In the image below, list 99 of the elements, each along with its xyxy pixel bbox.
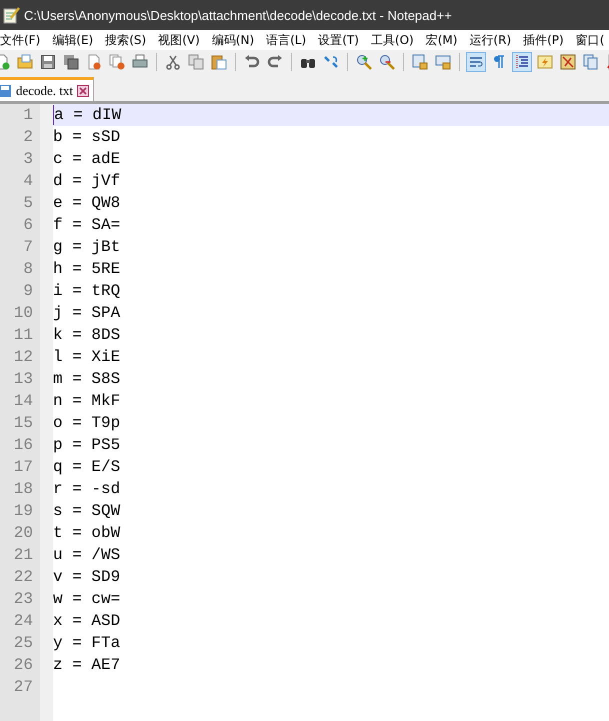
line-number: 21 (12, 545, 34, 566)
menu-item[interactable]: 搜索(S) (105, 32, 150, 48)
line-number: 27 (12, 677, 34, 698)
zoom-in-icon (356, 54, 372, 70)
toolbar-button[interactable] (354, 52, 374, 72)
menu-item[interactable]: 视图(V) (158, 32, 204, 48)
line-number: 26 (12, 655, 34, 676)
menu-item[interactable]: 编辑(E) (52, 32, 98, 48)
notepad-icon (2, 6, 20, 24)
save-icon (0, 84, 12, 98)
line-number: 14 (12, 391, 34, 412)
save-icon (40, 54, 56, 70)
line-number: 5 (22, 193, 34, 214)
undo-icon (244, 54, 260, 70)
close-file-icon (86, 54, 102, 70)
toolbar-button[interactable] (61, 52, 81, 72)
indent-guide-icon (514, 54, 530, 70)
map-icon (560, 54, 576, 70)
line-number: 6 (22, 215, 34, 236)
close-icon[interactable] (77, 84, 90, 96)
menu-item[interactable]: 插件(P) (523, 32, 568, 48)
redo-icon (267, 54, 283, 70)
code-text: i = tRQ (53, 281, 120, 302)
line-number: 12 (12, 347, 34, 368)
code-text: r = -sd (53, 479, 120, 500)
code-text: a = dIW (54, 105, 122, 126)
code-text: s = SQW (53, 501, 120, 522)
line-number: 7 (22, 237, 34, 258)
line-number: 2 (22, 127, 34, 148)
line-number: 10 (12, 303, 34, 324)
line-number: 16 (12, 435, 34, 456)
toolbar-button[interactable] (377, 52, 397, 72)
toolbar-button[interactable] (38, 52, 58, 72)
folder-icon (17, 54, 33, 70)
sync-scroll-icon (435, 54, 451, 70)
code-text: v = SD9 (53, 567, 120, 588)
code-text: f = SA= (53, 215, 120, 236)
line-number: 15 (12, 413, 34, 434)
toolbar-button[interactable] (558, 52, 578, 72)
line-number: 25 (12, 633, 34, 654)
code-text: q = E/S (53, 457, 120, 478)
zoom-out-icon (379, 54, 395, 70)
menu-item[interactable]: 窗口( (576, 32, 608, 48)
line-number: 24 (12, 611, 34, 632)
printer-icon (132, 54, 148, 70)
code-text: g = jBt (53, 237, 120, 258)
menu-item[interactable]: 宏(M) (426, 32, 462, 48)
code-text: u = /WS (53, 545, 120, 566)
menu-item[interactable]: 工具(O) (370, 32, 418, 48)
text-caret (53, 105, 54, 125)
code-text: l = XiE (53, 347, 120, 368)
code-text: m = S8S (53, 369, 120, 390)
line-number: 13 (12, 369, 34, 390)
code-text: d = jVf (53, 171, 120, 192)
line-number: 20 (12, 523, 34, 544)
code-text: p = PS5 (53, 435, 120, 456)
close-all-icon (109, 54, 125, 70)
toolbar-button[interactable] (512, 52, 532, 72)
pilcrow-icon (491, 54, 507, 70)
paste-icon (211, 54, 227, 70)
code-text: e = QW8 (53, 193, 120, 214)
menu-item[interactable]: 运行(R) (469, 32, 516, 48)
code-text: w = cw= (53, 589, 120, 610)
line-number: 9 (22, 281, 34, 302)
code-text: t = obW (53, 523, 120, 544)
toolbar-button[interactable] (466, 52, 486, 72)
line-number: 18 (12, 479, 34, 500)
menu-item[interactable]: 文件(F) (0, 32, 44, 48)
menu-item[interactable]: 语言(L) (266, 32, 310, 48)
lightning-panel-icon (537, 54, 553, 70)
line-number: 22 (12, 567, 34, 588)
scissors-icon (165, 54, 181, 70)
code-text: o = T9p (53, 413, 120, 434)
line-number: 4 (22, 171, 34, 192)
replace-icon (323, 54, 339, 70)
code-text: b = sSD (53, 127, 120, 148)
documents-icon (583, 54, 599, 70)
line-number: 1 (22, 105, 34, 126)
menu-item[interactable]: 编码(N) (212, 32, 258, 48)
line-number: 3 (22, 149, 34, 170)
code-text: h = 5RE (53, 259, 120, 280)
line-number: 8 (22, 259, 34, 280)
sync-scroll-icon (412, 54, 428, 70)
code-text: z = AE7 (53, 655, 120, 676)
code-text: x = ASD (53, 611, 120, 632)
line-number: 19 (12, 501, 34, 522)
code-text: n = MkF (53, 391, 120, 412)
menu-item[interactable]: 设置(T) (318, 32, 363, 48)
line-number: 17 (12, 457, 34, 478)
line-number: 23 (12, 589, 34, 610)
code-text: y = FTa (53, 633, 120, 654)
save-all-icon (63, 54, 79, 70)
code-text: k = 8DS (53, 325, 120, 346)
file-tab[interactable]: decode. txt (0, 77, 94, 101)
window-title: C:\Users\Anonymous\Desktop\attachment\decode\decode.txt - Notepad++ (24, 8, 452, 22)
copy-icon (188, 54, 204, 70)
line-number: 11 (12, 325, 34, 346)
code-text: j = SPA (53, 303, 120, 324)
code-text: c = adE (53, 149, 120, 170)
